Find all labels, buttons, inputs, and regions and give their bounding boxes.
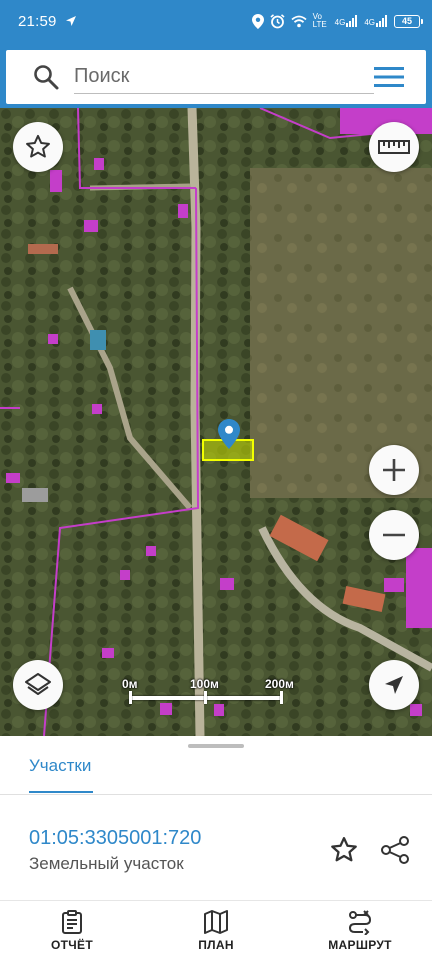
signal-icon — [346, 15, 358, 27]
status-time: 21:59 — [18, 12, 57, 30]
scale-tick — [204, 691, 207, 704]
bottom-sheet: Участки 01:05:3305001:720 Земельный учас… — [0, 736, 432, 900]
signal-icon — [376, 15, 387, 27]
alarm-icon — [270, 13, 285, 28]
search-box[interactable] — [6, 50, 426, 104]
favorite-button[interactable] — [13, 122, 63, 172]
layers-button[interactable] — [13, 660, 63, 710]
tab-indicator — [29, 791, 93, 793]
tab-parcels[interactable]: Участки — [29, 756, 91, 776]
zoom-out-button[interactable] — [369, 510, 419, 560]
plus-icon — [383, 459, 405, 481]
satellite-map-imagery — [0, 108, 432, 736]
map-scale-bar: 0м 100м 200м — [122, 677, 294, 709]
route-icon — [348, 910, 372, 935]
nav-route-label: МАРШРУТ — [328, 938, 392, 952]
measure-button[interactable] — [369, 122, 419, 172]
share-icon[interactable] — [379, 834, 411, 866]
wifi-icon — [291, 15, 307, 27]
navigation-arrow-icon — [385, 676, 403, 694]
hamburger-menu-icon[interactable] — [374, 66, 404, 88]
tab-divider — [0, 794, 432, 795]
zoom-in-button[interactable] — [369, 445, 419, 495]
battery-icon: 45 — [394, 14, 423, 28]
parcel-cadastral-number[interactable]: 01:05:3305001:720 — [29, 827, 201, 850]
signal-1: 4G — [335, 15, 359, 27]
status-bar: 21:59 Vo LTE 4G 4G 45 — [0, 0, 432, 42]
layers-icon — [25, 673, 51, 695]
map-view[interactable]: 0м 100м 200м — [0, 108, 432, 736]
star-outline-icon — [26, 134, 50, 158]
sheet-drag-handle[interactable] — [188, 744, 244, 748]
scale-tick — [280, 691, 283, 704]
nav-route[interactable]: МАРШРУТ — [288, 901, 432, 960]
network-type-label: 4G — [364, 18, 375, 27]
parcel-type-label: Земельный участок — [29, 854, 184, 873]
ruler-icon — [378, 140, 410, 154]
network-type-label: 4G — [334, 18, 346, 27]
map-icon — [204, 910, 228, 934]
clipboard-icon — [62, 910, 82, 934]
location-arrow-icon — [65, 16, 76, 26]
scale-tick — [129, 691, 132, 704]
nav-report-label: ОТЧЁТ — [51, 938, 93, 952]
map-marker-icon[interactable] — [218, 419, 240, 449]
search-bar-container — [0, 42, 432, 108]
star-outline-icon[interactable] — [329, 835, 359, 865]
search-input[interactable] — [74, 60, 374, 94]
nav-plan[interactable]: ПЛАН — [144, 901, 288, 960]
bottom-navigation: ОТЧЁТ ПЛАН МАРШРУТ — [0, 900, 432, 960]
scale-label-100: 100м — [190, 677, 219, 691]
nav-plan-label: ПЛАН — [198, 938, 234, 952]
scale-label-200: 200м — [265, 677, 294, 691]
signal-2: 4G — [364, 15, 388, 27]
search-icon[interactable] — [32, 63, 60, 91]
my-location-button[interactable] — [369, 660, 419, 710]
location-pin-icon — [251, 13, 264, 29]
volte-indicator: Vo LTE — [312, 12, 327, 29]
nav-report[interactable]: ОТЧЁТ — [0, 901, 144, 960]
minus-icon — [383, 533, 405, 537]
scale-label-0: 0м — [122, 677, 138, 691]
